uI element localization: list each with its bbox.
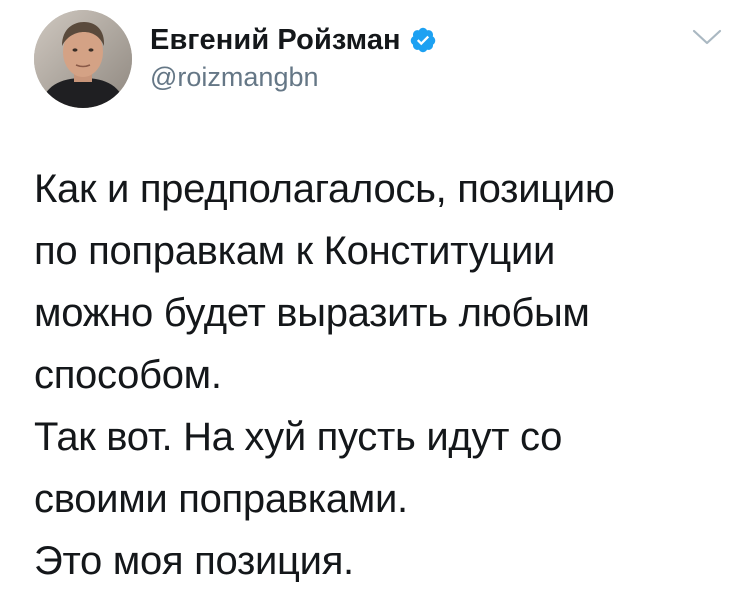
tweet-card: Евгений Ройзман @roizmangbn Как и предпо… — [0, 0, 750, 593]
name-row: Евгений Ройзман — [150, 22, 437, 58]
display-name[interactable]: Евгений Ройзман — [150, 24, 401, 57]
user-handle[interactable]: @roizmangbn — [150, 62, 437, 93]
tweet-header: Евгений Ройзман @roizmangbn — [150, 22, 437, 93]
avatar[interactable] — [34, 10, 132, 108]
profile-photo-icon — [34, 10, 132, 108]
verified-badge-icon — [409, 26, 437, 54]
tweet-text: Как и предполагалось, позицию по поправк… — [34, 167, 615, 583]
chevron-down-icon[interactable] — [690, 26, 724, 48]
